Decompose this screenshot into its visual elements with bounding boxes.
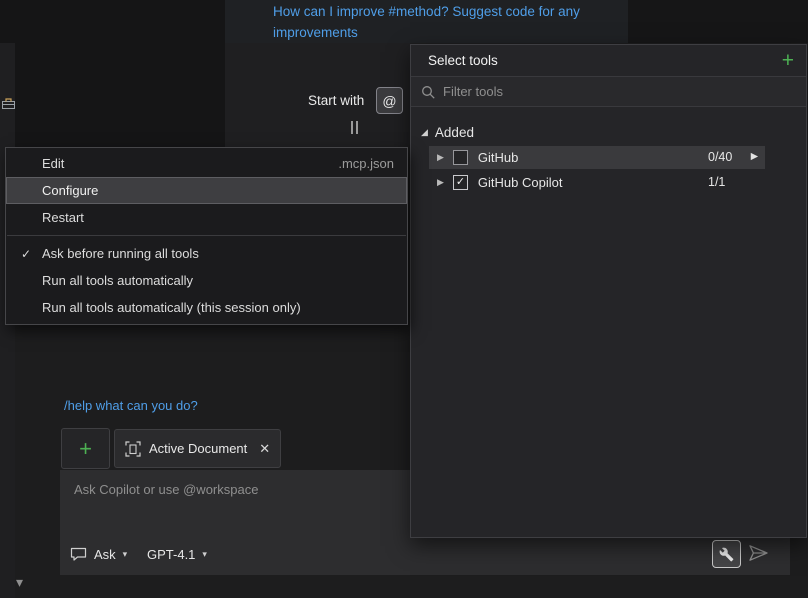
at-button[interactable]: @	[376, 87, 403, 114]
scroll-down-icon[interactable]: ▾	[16, 574, 23, 591]
menu-label: Ask before running all tools	[42, 246, 199, 261]
caret-down-icon: ▾	[123, 549, 128, 560]
editor-background	[0, 0, 225, 147]
group-added[interactable]: ◢ Added	[411, 120, 806, 144]
send-icon	[748, 544, 769, 562]
model-selector[interactable]: GPT-4.1 ▾	[147, 542, 207, 566]
chevron-right-icon[interactable]: ▶	[437, 178, 444, 187]
model-label: GPT-4.1	[147, 547, 195, 562]
active-document-chip[interactable]: Active Document ✕	[114, 429, 281, 468]
tool-count: 1/1	[708, 175, 725, 189]
menu-label: Edit	[42, 156, 64, 171]
menu-item-restart[interactable]: Restart	[6, 204, 407, 231]
chevron-right-icon[interactable]: ▶	[437, 153, 444, 162]
menu-item-ask-before[interactable]: ✓ Ask before running all tools	[6, 240, 407, 267]
group-label: Added	[435, 125, 474, 140]
menu-detail: .mcp.json	[338, 156, 394, 171]
menu-item-edit[interactable]: Edit .mcp.json	[6, 150, 407, 177]
start-with-label: Start with	[308, 93, 364, 108]
tool-row-github[interactable]: ▶ GitHub 0/40 ▶	[429, 146, 765, 169]
tools-tree: ◢ Added ▶ GitHub 0/40 ▶ ▶ ✓ GitHub Copil…	[411, 107, 806, 194]
plus-icon: +	[79, 438, 92, 460]
chat-input[interactable]	[74, 482, 434, 497]
menu-item-configure[interactable]: Configure	[6, 177, 407, 204]
add-context-button[interactable]: +	[61, 428, 110, 469]
suggestion-banner: How can I improve #method? Suggest code …	[225, 0, 628, 43]
suggestion-link[interactable]: How can I improve #method? Suggest code …	[225, 0, 628, 43]
menu-item-run-all[interactable]: Run all tools automatically	[6, 267, 407, 294]
app-window: ▾ How can I improve #method? Suggest cod…	[0, 0, 808, 598]
context-menu: Edit .mcp.json Configure Restart ✓ Ask b…	[5, 147, 408, 325]
menu-label: Restart	[42, 210, 84, 225]
menu-separator	[7, 235, 406, 236]
github-checkbox[interactable]	[453, 150, 468, 165]
send-button[interactable]	[748, 544, 769, 562]
chat-bubble-icon	[70, 547, 87, 562]
caret-down-icon: ▾	[202, 549, 207, 560]
add-tool-button[interactable]: +	[782, 50, 794, 71]
mode-selector[interactable]: Ask ▾	[70, 542, 127, 566]
menu-label: Run all tools automatically	[42, 273, 193, 288]
close-icon[interactable]: ✕	[259, 441, 270, 457]
menu-label: Configure	[42, 183, 98, 198]
chevron-expanded-icon: ◢	[421, 128, 428, 137]
panel-header: Select tools +	[411, 45, 806, 76]
tool-count: 0/40	[708, 150, 732, 164]
check-icon: ✓	[21, 247, 31, 261]
flyout-arrow-icon[interactable]: ▶	[751, 152, 758, 162]
tool-row-github-copilot[interactable]: ▶ ✓ GitHub Copilot 1/1	[429, 171, 765, 194]
document-focus-icon	[125, 441, 141, 457]
tool-label: GitHub Copilot	[478, 175, 563, 190]
search-icon	[421, 85, 435, 99]
tool-label: GitHub	[478, 150, 518, 165]
menu-label: Run all tools automatically (this sessio…	[42, 300, 301, 315]
wrench-icon	[719, 547, 734, 562]
help-suggestion-link[interactable]: /help what can you do?	[64, 398, 198, 413]
panel-title: Select tools	[428, 53, 782, 68]
check-icon: ✓	[456, 177, 465, 188]
chat-top-right-background	[628, 0, 808, 43]
copilot-checkbox[interactable]: ✓	[453, 175, 468, 190]
chip-label: Active Document	[149, 441, 247, 456]
menu-item-run-all-session[interactable]: Run all tools automatically (this sessio…	[6, 294, 407, 321]
filter-row	[411, 76, 806, 107]
toolbox-tab-icon[interactable]	[2, 97, 15, 112]
filter-input[interactable]	[443, 84, 796, 99]
drag-handle-icon[interactable]	[351, 121, 358, 134]
mode-label: Ask	[94, 547, 116, 562]
tools-button[interactable]	[712, 540, 741, 568]
select-tools-panel: Select tools + ◢ Added ▶ GitHub 0/40	[410, 44, 807, 538]
